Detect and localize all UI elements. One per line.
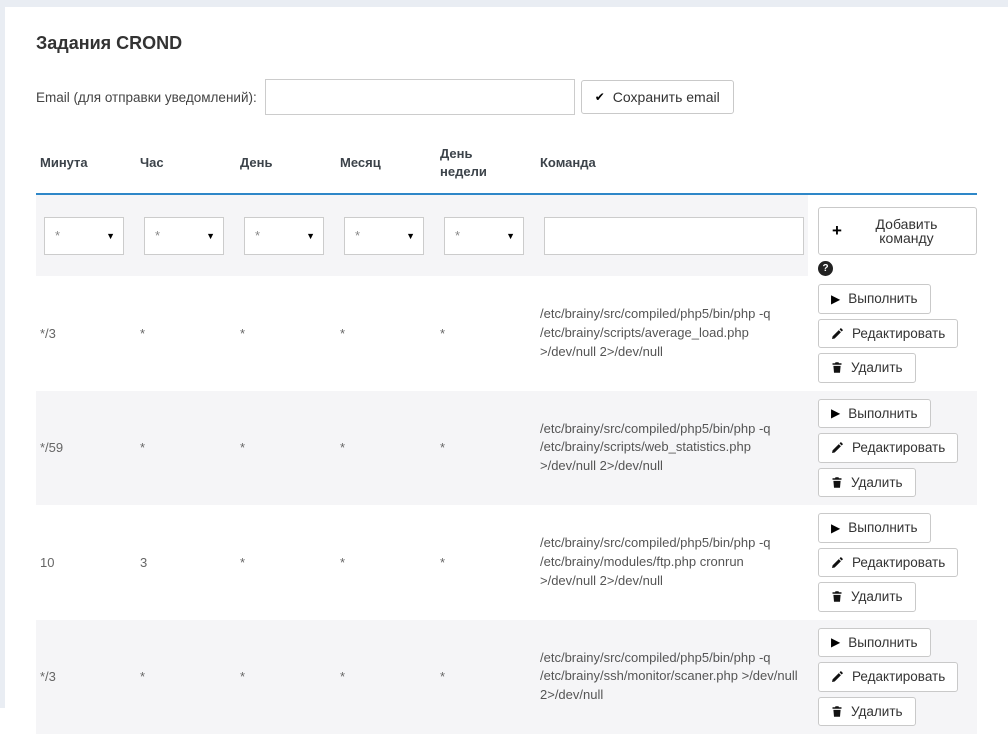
run-button[interactable]: ▶ Выполнить [818,628,931,658]
pencil-icon [831,670,844,683]
edit-label: Редактировать [852,441,945,455]
header-weekday: День недели [436,137,536,194]
run-label: Выполнить [848,636,917,650]
play-icon: ▶ [831,636,840,648]
month-cell: * [336,391,436,506]
weekday-select-wrap: * ▼ [444,217,524,255]
table-row: */3 * * * * /etc/brainy/src/compiled/php… [36,276,977,391]
run-label: Выполнить [848,407,917,421]
play-icon: ▶ [831,293,840,305]
day-select[interactable]: * [245,218,323,254]
weekday-cell: * [436,276,536,391]
pencil-icon [831,556,844,569]
play-icon: ▶ [831,407,840,419]
edit-button[interactable]: Редактировать [818,662,958,692]
header-command: Команда [536,137,808,194]
header-actions [808,137,977,194]
trash-icon [831,705,843,718]
table-row: */3 * * * * /etc/brainy/src/compiled/php… [36,620,977,734]
header-hour: Час [136,137,236,194]
hour-select-wrap: * ▼ [144,217,224,255]
month-cell: * [336,505,436,620]
delete-button[interactable]: Удалить [818,582,916,612]
trash-icon [831,590,843,603]
page-title: Задания CROND [36,33,1008,54]
plus-icon: + [832,222,842,239]
hour-cell: * [136,391,236,506]
command-cell: /etc/brainy/src/compiled/php5/bin/php -q… [536,276,808,391]
day-cell: * [236,620,336,734]
minute-cell: */59 [36,391,136,506]
weekday-cell: * [436,620,536,734]
delete-label: Удалить [851,361,903,375]
day-cell: * [236,505,336,620]
delete-label: Удалить [851,476,903,490]
weekday-cell: * [436,505,536,620]
pencil-icon [831,327,844,340]
month-select[interactable]: * [345,218,423,254]
table-row: */59 * * * * /etc/brainy/src/compiled/ph… [36,391,977,506]
edit-button[interactable]: Редактировать [818,548,958,578]
crond-page: Задания CROND Email (для отправки уведом… [5,33,1008,734]
edit-button[interactable]: Редактировать [818,319,958,349]
cron-table: Минута Час День Месяц День недели Команд… [36,137,977,734]
delete-button[interactable]: Удалить [818,468,916,498]
month-cell: * [336,276,436,391]
month-select-wrap: * ▼ [344,217,424,255]
command-cell: /etc/brainy/src/compiled/php5/bin/php -q… [536,391,808,506]
edit-label: Редактировать [852,327,945,341]
run-button[interactable]: ▶ Выполнить [818,284,931,314]
minute-cell: 10 [36,505,136,620]
day-cell: * [236,276,336,391]
table-header-row: Минута Час День Месяц День недели Команд… [36,137,977,194]
day-select-wrap: * ▼ [244,217,324,255]
email-section: Email (для отправки уведомлений): ✔ Сохр… [36,79,1008,115]
new-task-row: * ▼ * ▼ * ▼ * ▼ * ▼ [36,194,977,276]
hour-cell: 3 [136,505,236,620]
trash-icon [831,361,843,374]
delete-label: Удалить [851,590,903,604]
edit-label: Редактировать [852,556,945,570]
save-email-label: Сохранить email [613,90,720,104]
help-icon[interactable]: ? [818,261,833,276]
command-cell: /etc/brainy/src/compiled/php5/bin/php -q… [536,505,808,620]
email-label: Email (для отправки уведомлений): [36,90,257,105]
add-command-button[interactable]: + Добавить команду [818,207,977,255]
play-icon: ▶ [831,522,840,534]
table-row: 10 3 * * * /etc/brainy/src/compiled/php5… [36,505,977,620]
run-label: Выполнить [848,521,917,535]
header-day: День [236,137,336,194]
email-input[interactable] [265,79,575,115]
hour-select[interactable]: * [145,218,223,254]
delete-button[interactable]: Удалить [818,697,916,727]
new-command-input[interactable] [544,217,804,255]
header-minute: Минута [36,137,136,194]
check-icon: ✔ [595,91,605,103]
header-month: Месяц [336,137,436,194]
run-label: Выполнить [848,292,917,306]
delete-button[interactable]: Удалить [818,353,916,383]
delete-label: Удалить [851,705,903,719]
command-cell: /etc/brainy/src/compiled/php5/bin/php -q… [536,620,808,734]
save-email-button[interactable]: ✔ Сохранить email [581,80,734,114]
weekday-cell: * [436,391,536,506]
minute-cell: */3 [36,620,136,734]
run-button[interactable]: ▶ Выполнить [818,513,931,543]
hour-cell: * [136,620,236,734]
pencil-icon [831,441,844,454]
day-cell: * [236,391,336,506]
month-cell: * [336,620,436,734]
minute-select[interactable]: * [45,218,123,254]
hour-cell: * [136,276,236,391]
run-button[interactable]: ▶ Выполнить [818,399,931,429]
edit-button[interactable]: Редактировать [818,433,958,463]
minute-cell: */3 [36,276,136,391]
weekday-select[interactable]: * [445,218,523,254]
trash-icon [831,476,843,489]
add-command-label: Добавить команду [850,217,963,245]
minute-select-wrap: * ▼ [44,217,124,255]
edit-label: Редактировать [852,670,945,684]
